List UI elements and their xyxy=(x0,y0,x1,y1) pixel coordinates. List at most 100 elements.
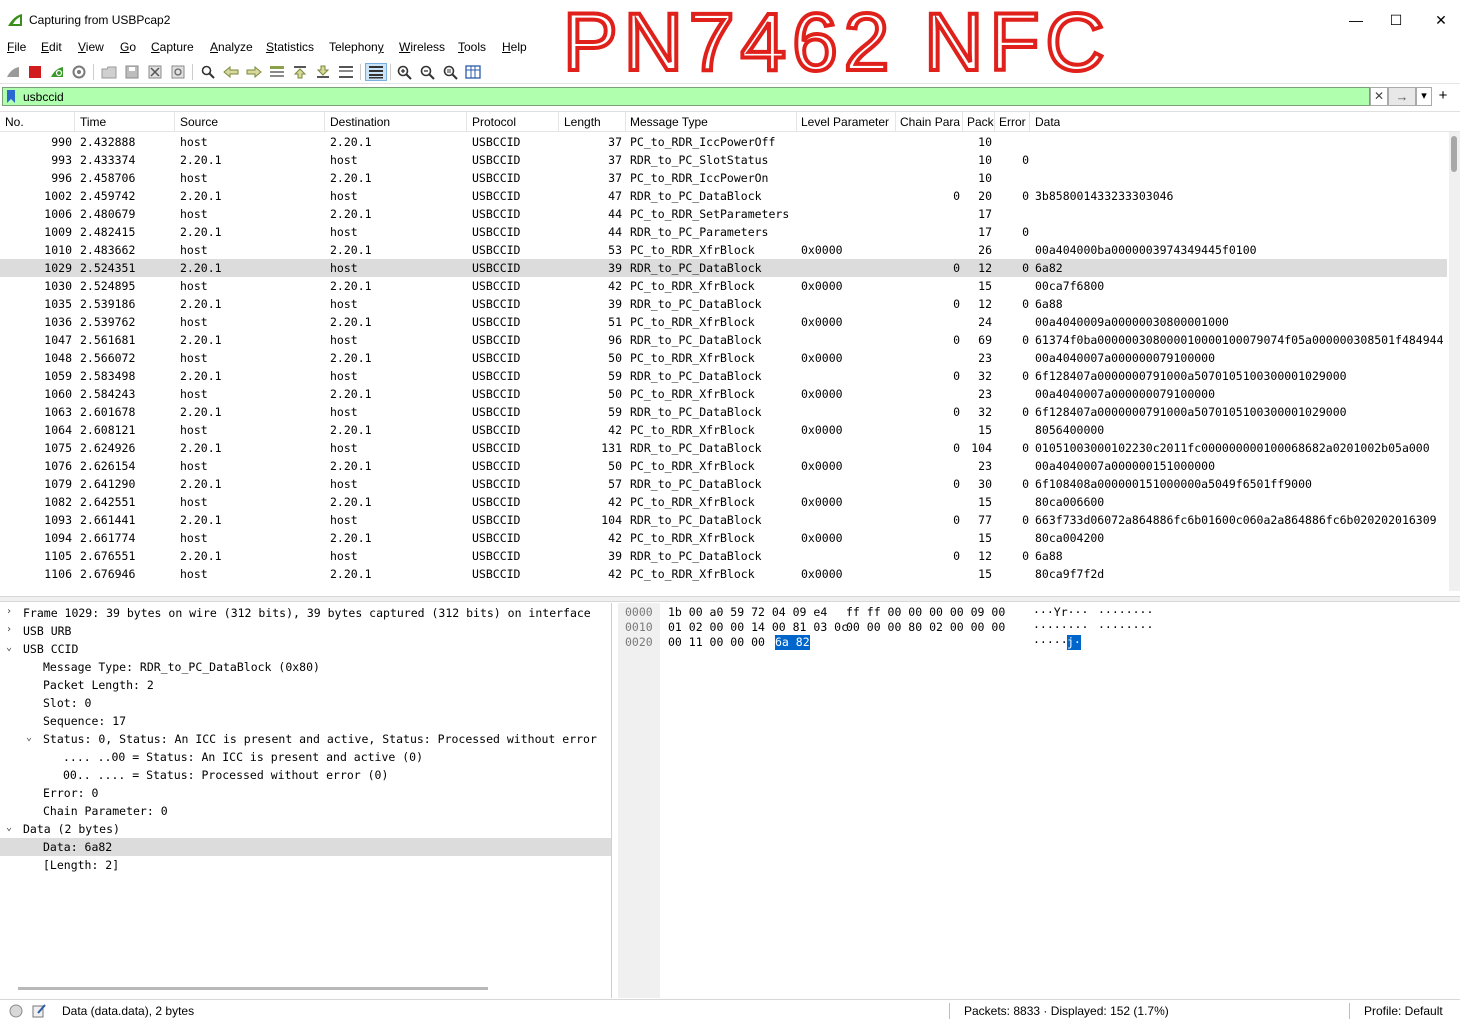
apply-filter-button[interactable]: → xyxy=(1388,87,1416,106)
menu-tools[interactable]: Tools xyxy=(458,40,486,54)
col-length[interactable]: Length xyxy=(564,115,601,129)
save-icon[interactable] xyxy=(123,63,141,81)
stop-icon[interactable] xyxy=(26,63,44,81)
menu-edit[interactable]: Edit xyxy=(41,40,62,54)
detail-row[interactable]: › USB URB xyxy=(0,622,611,640)
packet-row[interactable]: 1060 2.584243 host 2.20.1 USBCCID 50 PC_to_RDR… xyxy=(0,385,1447,403)
col-protocol[interactable]: Protocol xyxy=(472,115,516,129)
packet-row[interactable]: 990 2.432888 host 2.20.1 USBCCID 37 PC_to_RDR_… xyxy=(0,133,1447,151)
minimize-button[interactable]: — xyxy=(1336,8,1376,32)
detail-row[interactable]: › Frame 1029: 39 bytes on wire (312 bits)… xyxy=(0,604,611,622)
menu-capture[interactable]: Capture xyxy=(151,40,194,54)
packet-row[interactable]: 1075 2.624926 2.20.1 host USBCCID 131 RDR_to_P… xyxy=(0,439,1447,457)
packet-list[interactable]: No. Time Source Destination Protocol Len… xyxy=(0,111,1460,591)
col-time[interactable]: Time xyxy=(80,115,106,129)
menu-wireless[interactable]: Wireless xyxy=(399,40,445,54)
open-folder-icon[interactable] xyxy=(100,63,118,81)
expert-info-icon[interactable] xyxy=(9,1004,23,1018)
packet-bytes-pane[interactable]: 0000 1b 00 a0 59 72 04 09 e4 ff ff 00 00 0… xyxy=(618,603,1460,998)
profile-indicator[interactable]: Profile: Default xyxy=(1364,1004,1443,1018)
shark-fin-icon[interactable] xyxy=(4,63,22,81)
col-message-type[interactable]: Message Type xyxy=(630,115,708,129)
packet-row[interactable]: 1093 2.661441 2.20.1 host USBCCID 104 RDR_to_P… xyxy=(0,511,1447,529)
col-level-parameter[interactable]: Level Parameter xyxy=(801,115,889,129)
packet-row[interactable]: 993 2.433374 2.20.1 host USBCCID 37 RDR_to_PC_… xyxy=(0,151,1447,169)
packet-row[interactable]: 1029 2.524351 2.20.1 host USBCCID 39 RDR_to_PC… xyxy=(0,259,1447,277)
pane-splitter[interactable] xyxy=(0,596,1460,602)
packet-list-vscrollbar[interactable] xyxy=(1449,132,1460,591)
detail-row[interactable]: 00.. .... = Status: Processed without er… xyxy=(0,766,611,784)
expand-arrow-icon[interactable]: › xyxy=(6,624,18,635)
autoscroll-icon[interactable] xyxy=(337,63,355,81)
packet-row[interactable]: 1076 2.626154 host 2.20.1 USBCCID 50 PC_to_RDR… xyxy=(0,457,1447,475)
collapse-arrow-icon[interactable]: ⌄ xyxy=(26,732,38,743)
packet-row[interactable]: 1010 2.483662 host 2.20.1 USBCCID 53 PC_to_RDR… xyxy=(0,241,1447,259)
display-filter-bar[interactable]: usbccid xyxy=(2,87,1370,106)
expand-arrow-icon[interactable]: › xyxy=(6,606,18,617)
zoom-in-icon[interactable] xyxy=(395,63,413,81)
back-icon[interactable] xyxy=(222,63,240,81)
packet-row[interactable]: 1079 2.641290 2.20.1 host USBCCID 57 RDR_to_PC… xyxy=(0,475,1447,493)
packet-row[interactable]: 1047 2.561681 2.20.1 host USBCCID 96 RDR_to_PC… xyxy=(0,331,1447,349)
clear-filter-button[interactable]: ✕ xyxy=(1370,87,1388,106)
restart-icon[interactable] xyxy=(48,63,66,81)
close-button[interactable]: ✕ xyxy=(1421,8,1460,32)
packet-row[interactable]: 1059 2.583498 2.20.1 host USBCCID 59 RDR_to_PC… xyxy=(0,367,1447,385)
vscroll-thumb[interactable] xyxy=(1451,136,1457,172)
packet-row[interactable]: 1009 2.482415 2.20.1 host USBCCID 44 RDR_to_PC… xyxy=(0,223,1447,241)
col-data[interactable]: Data xyxy=(1035,115,1060,129)
detail-row[interactable]: Slot: 0 xyxy=(0,694,611,712)
options-gear-icon[interactable] xyxy=(70,63,88,81)
collapse-arrow-icon[interactable]: ⌄ xyxy=(6,642,18,653)
maximize-button[interactable]: ☐ xyxy=(1376,8,1416,32)
menu-go[interactable]: Go xyxy=(120,40,136,54)
menu-analyze[interactable]: Analyze xyxy=(210,40,253,54)
add-filter-button[interactable]: + xyxy=(1436,87,1450,106)
packet-row[interactable]: 1105 2.676551 2.20.1 host USBCCID 39 RDR_to_PC… xyxy=(0,547,1447,565)
packet-row[interactable]: 1106 2.676946 host 2.20.1 USBCCID 42 PC_to_RDR… xyxy=(0,565,1447,583)
packet-details-pane[interactable]: › Frame 1029: 39 bytes on wire (312 bits)… xyxy=(0,603,612,998)
col-destination[interactable]: Destination xyxy=(330,115,390,129)
packet-row[interactable]: 1063 2.601678 2.20.1 host USBCCID 59 RDR_to_PC… xyxy=(0,403,1447,421)
colorize-icon[interactable] xyxy=(365,63,387,81)
col-chain-parameter[interactable]: Chain Parar xyxy=(900,115,960,129)
reload-icon[interactable] xyxy=(169,63,187,81)
details-hscrollbar[interactable] xyxy=(18,987,488,990)
col-packet-length[interactable]: Pack xyxy=(967,115,994,129)
packet-row[interactable]: 1094 2.661774 host 2.20.1 USBCCID 42 PC_to_RDR… xyxy=(0,529,1447,547)
col-source[interactable]: Source xyxy=(180,115,218,129)
detail-row[interactable]: Error: 0 xyxy=(0,784,611,802)
detail-row[interactable]: Message Type: RDR_to_PC_DataBlock (0x80) xyxy=(0,658,611,676)
menu-file[interactable]: File xyxy=(7,40,26,54)
display-filter-input[interactable]: usbccid xyxy=(23,90,64,104)
detail-row[interactable]: Packet Length: 2 xyxy=(0,676,611,694)
collapse-arrow-icon[interactable]: ⌄ xyxy=(6,822,18,833)
packet-row[interactable]: 1048 2.566072 host 2.20.1 USBCCID 50 PC_to_RDR… xyxy=(0,349,1447,367)
forward-icon[interactable] xyxy=(245,63,263,81)
packet-row[interactable]: 1002 2.459742 2.20.1 host USBCCID 47 RDR_to_PC… xyxy=(0,187,1447,205)
zoom-normal-icon[interactable] xyxy=(441,63,459,81)
detail-row[interactable]: ⌄ Status: 0, Status: An ICC is present an… xyxy=(0,730,611,748)
bookmark-icon[interactable] xyxy=(5,89,17,104)
packet-row[interactable]: 1006 2.480679 host 2.20.1 USBCCID 44 PC_to_RDR… xyxy=(0,205,1447,223)
packet-row[interactable]: 1036 2.539762 host 2.20.1 USBCCID 51 PC_to_RDR… xyxy=(0,313,1447,331)
detail-row[interactable]: ⌄ Data (2 bytes) xyxy=(0,820,611,838)
col-error[interactable]: Error xyxy=(999,115,1026,129)
filter-history-dropdown[interactable]: ▾ xyxy=(1416,87,1432,106)
packet-row[interactable]: 1035 2.539186 2.20.1 host USBCCID 39 RDR_to_PC… xyxy=(0,295,1447,313)
find-icon[interactable] xyxy=(199,63,217,81)
menu-statistics[interactable]: Statistics xyxy=(266,40,314,54)
resize-columns-icon[interactable] xyxy=(464,63,482,81)
packet-row[interactable]: 1030 2.524895 host 2.20.1 USBCCID 42 PC_to_RDR… xyxy=(0,277,1447,295)
last-icon[interactable] xyxy=(314,63,332,81)
detail-row[interactable]: Data: 6a82 xyxy=(0,838,611,856)
close-file-icon[interactable] xyxy=(146,63,164,81)
capture-comment-icon[interactable] xyxy=(32,1003,47,1018)
detail-row[interactable]: Chain Parameter: 0 xyxy=(0,802,611,820)
zoom-out-icon[interactable] xyxy=(418,63,436,81)
detail-row[interactable]: ⌄ USB CCID xyxy=(0,640,611,658)
packet-row[interactable]: 1082 2.642551 host 2.20.1 USBCCID 42 PC_to_RDR… xyxy=(0,493,1447,511)
goto-icon[interactable] xyxy=(268,63,286,81)
detail-row[interactable]: [Length: 2] xyxy=(0,856,611,874)
detail-row[interactable]: .... ..00 = Status: An ICC is present an… xyxy=(0,748,611,766)
